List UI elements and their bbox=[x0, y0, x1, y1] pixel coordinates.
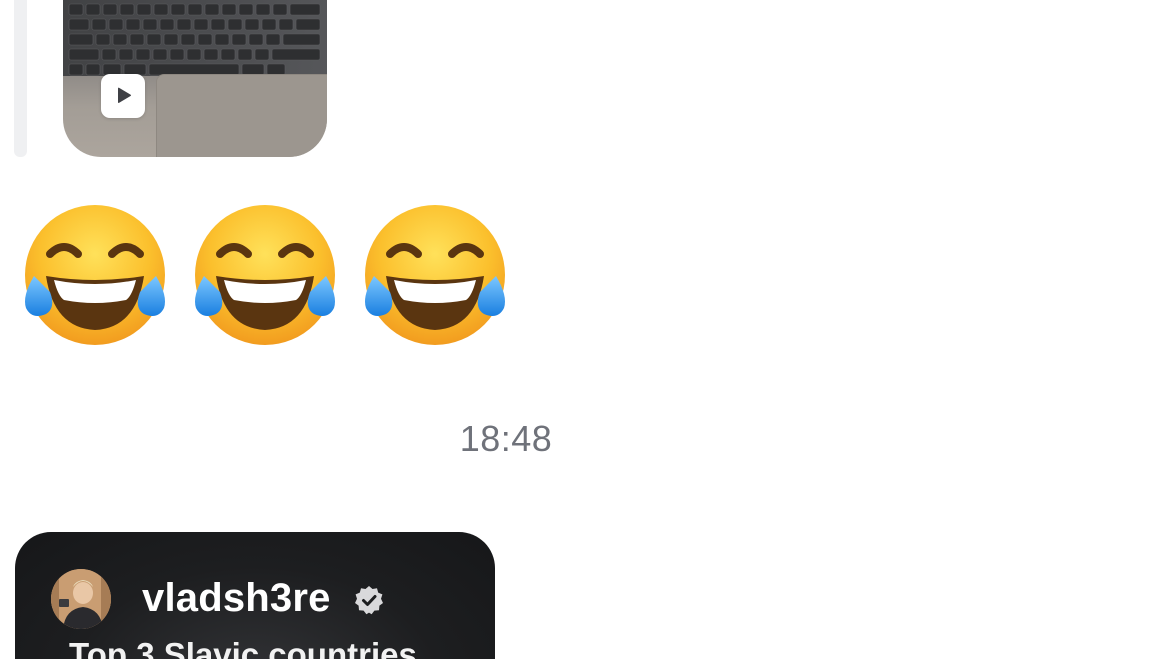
reply-indicator-bar bbox=[14, 0, 27, 157]
play-icon[interactable] bbox=[101, 74, 145, 118]
shared-post-card[interactable]: vladsh3re Top 3 Slavic countries bbox=[15, 532, 495, 659]
post-author-username[interactable]: vladsh3re bbox=[142, 576, 331, 621]
message-timestamp: 18:48 bbox=[459, 418, 553, 459]
avatar[interactable] bbox=[51, 569, 111, 629]
video-frame-trackpad bbox=[156, 74, 327, 157]
face-with-tears-of-joy-icon bbox=[195, 205, 335, 345]
face-with-tears-of-joy-icon bbox=[365, 205, 505, 345]
verified-badge-icon bbox=[355, 586, 383, 615]
face-with-tears-of-joy-icon bbox=[25, 205, 165, 345]
post-caption: Top 3 Slavic countries bbox=[69, 636, 417, 659]
video-message-thumbnail[interactable] bbox=[63, 0, 327, 157]
emoji-message[interactable] bbox=[16, 196, 514, 354]
video-frame-keyboard bbox=[63, 0, 327, 76]
chat-thread: 18:48 vladsh3re Top 3 Slavic countries bbox=[0, 0, 1167, 659]
